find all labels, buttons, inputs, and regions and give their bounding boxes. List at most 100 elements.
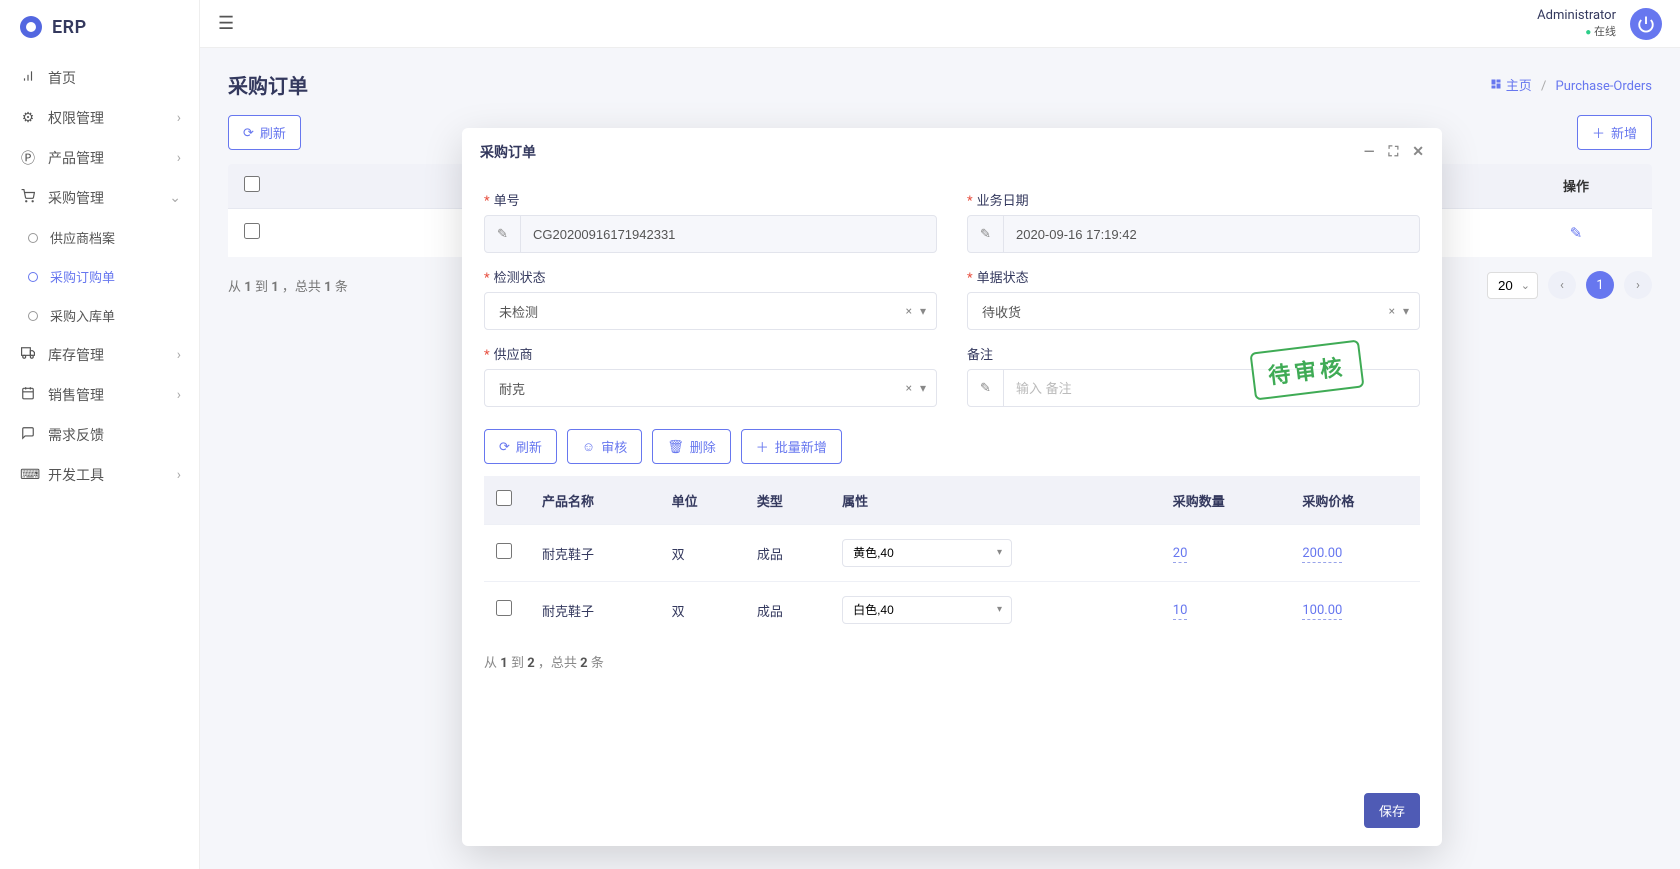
bar-chart-icon — [20, 69, 36, 87]
nav-sub-label: 供应商档案 — [50, 228, 115, 247]
refresh-icon: ⟳ — [243, 125, 254, 141]
edit-icon[interactable]: ✎ — [1570, 224, 1583, 242]
circle-icon — [28, 311, 38, 321]
brand-area: ERP — [0, 0, 199, 58]
main-nav: 首页 ⚙ 权限管理 Ⓟ 产品管理 采购管理 供应商档案 — [0, 58, 199, 495]
modal-items-table: 产品名称 单位 类型 属性 采购数量 采购价格 耐克鞋子 — [484, 476, 1420, 638]
modal-batch-add-button[interactable]: ＋批量新增 — [741, 429, 842, 464]
modal-refresh-button[interactable]: ⟳刷新 — [484, 429, 557, 464]
maximize-icon[interactable]: ⛶ — [1388, 144, 1398, 160]
attr-select[interactable]: 黄色,40 — [842, 539, 1012, 567]
breadcrumb-home[interactable]: 主页 — [1506, 79, 1532, 94]
page-title: 采购订单 — [228, 70, 308, 99]
nav-label: 开发工具 — [48, 465, 104, 485]
plus-icon: ＋ — [1592, 123, 1605, 142]
label-order-no: *单号 — [484, 190, 937, 209]
circle-icon — [28, 272, 38, 282]
nav-sales[interactable]: 销售管理 — [0, 375, 199, 415]
nav-permission[interactable]: ⚙ 权限管理 — [0, 98, 199, 138]
keyboard-icon: ⌨ — [20, 467, 36, 483]
cell-price[interactable]: 100.00 — [1302, 603, 1342, 620]
pencil-icon[interactable]: ✎ — [968, 216, 1004, 252]
page-size-select[interactable]: 20 — [1487, 272, 1538, 299]
nav-supplier-archive[interactable]: 供应商档案 — [0, 218, 199, 257]
nav-product[interactable]: Ⓟ 产品管理 — [0, 138, 199, 178]
save-button[interactable]: 保存 — [1364, 793, 1420, 828]
menu-toggle-icon[interactable]: ☰ — [218, 13, 234, 34]
th-attr: 属性 — [830, 476, 1161, 525]
user-status: ● 在线 — [1537, 23, 1616, 39]
pencil-icon[interactable]: ✎ — [485, 216, 521, 252]
modal-delete-button[interactable]: 🗑删除 — [652, 429, 731, 464]
chevron-down-icon[interactable]: ▾ — [920, 381, 926, 395]
nav-label: 权限管理 — [48, 108, 104, 128]
minimize-icon[interactable]: — — [1364, 144, 1375, 160]
cell-type: 成品 — [745, 582, 830, 639]
user-info[interactable]: Administrator ● 在线 — [1537, 8, 1616, 39]
item-row: 耐克鞋子 双 成品 黄色,40 20 200.00 — [484, 525, 1420, 582]
nav-sub-label: 采购入库单 — [50, 306, 115, 325]
order-no-input[interactable] — [521, 216, 936, 252]
nav-purchase-in[interactable]: 采购入库单 — [0, 296, 199, 335]
row-checkbox[interactable] — [244, 223, 260, 239]
next-page-button[interactable]: › — [1624, 271, 1652, 299]
nav-feedback[interactable]: 需求反馈 — [0, 415, 199, 455]
trash-icon: 🗑 — [667, 439, 684, 455]
chevron-down-icon[interactable]: ▾ — [1403, 304, 1409, 318]
item-row: 耐克鞋子 双 成品 白色,40 10 100.00 — [484, 582, 1420, 639]
check-status-select[interactable]: 未检测 ×▾ — [484, 292, 937, 330]
nav-sub-label: 采购订购单 — [50, 267, 115, 286]
close-icon[interactable]: ✕ — [1412, 144, 1424, 160]
topbar: ☰ Administrator ● 在线 — [200, 0, 1680, 48]
select-all-checkbox[interactable] — [244, 176, 260, 192]
nav-label: 产品管理 — [48, 148, 104, 168]
modal-audit-button[interactable]: ☺审核 — [567, 429, 642, 464]
chevron-down-icon[interactable]: ▾ — [920, 304, 926, 318]
pencil-icon[interactable]: ✎ — [968, 370, 1004, 406]
label-check-status: *检测状态 — [484, 267, 937, 286]
add-button[interactable]: ＋ 新增 — [1577, 115, 1652, 150]
biz-date-input[interactable] — [1004, 216, 1419, 252]
chat-icon — [20, 426, 36, 444]
item-checkbox[interactable] — [496, 600, 512, 616]
th-price: 采购价格 — [1290, 476, 1420, 525]
modal-title: 采购订单 — [480, 142, 536, 162]
nav-stock[interactable]: 库存管理 — [0, 335, 199, 375]
clear-icon[interactable]: × — [906, 304, 912, 318]
item-checkbox[interactable] — [496, 543, 512, 559]
prev-page-button[interactable]: ‹ — [1548, 271, 1576, 299]
page-number-button[interactable]: 1 — [1586, 271, 1614, 299]
supplier-select[interactable]: 耐克 ×▾ — [484, 369, 937, 407]
circle-icon — [28, 233, 38, 243]
th-type: 类型 — [745, 476, 830, 525]
breadcrumb-current[interactable]: Purchase-Orders — [1556, 79, 1652, 94]
nav-purchase-order[interactable]: 采购订购单 — [0, 257, 199, 296]
attr-select[interactable]: 白色,40 — [842, 596, 1012, 624]
breadcrumb: 主页 / Purchase-Orders — [1490, 75, 1652, 94]
brand-logo-icon — [20, 16, 42, 38]
clear-icon[interactable]: × — [906, 381, 912, 395]
table-summary: 从 1 到 1 ，总共 1 条 — [228, 276, 348, 295]
label-biz-date: *业务日期 — [967, 190, 1420, 209]
nav-devtools[interactable]: ⌨ 开发工具 — [0, 455, 199, 495]
cell-qty[interactable]: 20 — [1173, 546, 1188, 563]
th-qty: 采购数量 — [1161, 476, 1291, 525]
refresh-button[interactable]: ⟳ 刷新 — [228, 115, 301, 150]
online-dot-icon: ● — [1585, 27, 1591, 38]
cell-qty[interactable]: 10 — [1173, 603, 1188, 620]
cell-price[interactable]: 200.00 — [1302, 546, 1342, 563]
items-select-all[interactable] — [496, 490, 512, 506]
cell-unit: 双 — [660, 582, 745, 639]
cell-unit: 双 — [660, 525, 745, 582]
cell-type: 成品 — [745, 525, 830, 582]
gear-icon: ⚙ — [20, 110, 36, 126]
modal-summary: 从 1 到 2 ，总共 2 条 — [462, 648, 1442, 673]
power-button[interactable] — [1630, 8, 1662, 40]
refresh-icon: ⟳ — [499, 439, 510, 455]
doc-status-select[interactable]: 待收货 ×▾ — [967, 292, 1420, 330]
nav-purchase[interactable]: 采购管理 — [0, 178, 199, 218]
th-name: 产品名称 — [530, 476, 660, 525]
clear-icon[interactable]: × — [1389, 304, 1395, 318]
user-name: Administrator — [1537, 8, 1616, 23]
nav-home[interactable]: 首页 — [0, 58, 199, 98]
